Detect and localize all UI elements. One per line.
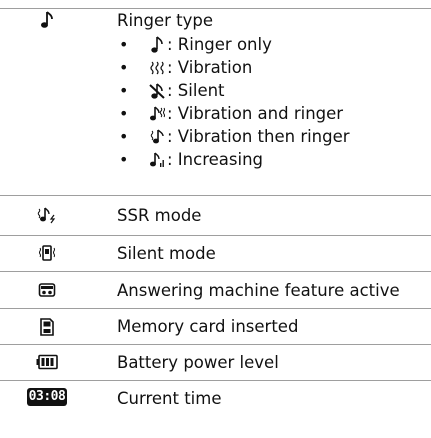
bullet: • <box>119 150 129 169</box>
clock-icon: 03:08 <box>26 388 68 406</box>
option-label: : Vibration then ringer <box>167 127 350 146</box>
row-label: Memory card inserted <box>117 317 299 336</box>
table-row: Memory card inserted <box>0 309 431 345</box>
list-item: • : Silent <box>117 81 431 104</box>
option-label: : Ringer only <box>167 35 272 54</box>
vibration-and-ringer-icon <box>150 106 165 121</box>
row-label: SSR mode <box>117 206 202 225</box>
ssr-mode-icon <box>37 207 56 224</box>
list-item: • : Vibration and ringer <box>117 104 431 127</box>
option-label: : Silent <box>167 81 225 100</box>
vibration-icon <box>150 61 164 75</box>
option-label: : Increasing <box>167 150 263 169</box>
memory-card-icon <box>40 318 54 336</box>
bullet: • <box>119 58 129 77</box>
row-label: Current time <box>117 389 222 408</box>
muted-note-icon <box>149 83 165 99</box>
row-label: Silent mode <box>117 244 216 263</box>
silent-mode-icon <box>39 245 55 261</box>
table-row: Silent mode <box>0 236 431 272</box>
row-label: Answering machine feature active <box>117 281 400 300</box>
battery-icon <box>36 354 58 370</box>
list-item: • : Increasing <box>117 150 431 173</box>
list-item: • : Vibration then ringer <box>117 127 431 150</box>
option-label: : Vibration <box>167 58 253 77</box>
table-row: 03:08 Current time <box>0 381 431 417</box>
bullet: • <box>119 104 129 123</box>
list-item: • : Ringer only <box>117 35 431 58</box>
ringer-type-icon-cell <box>0 11 94 29</box>
answering-machine-icon <box>38 283 56 297</box>
ringer-type-options: • : Ringer only • : Vibration •: Silent… <box>117 35 431 173</box>
table-row: Answering machine feature active <box>0 272 431 309</box>
status-icons-table: Ringer type • : Ringer only •: Vibratio… <box>0 0 431 409</box>
bullet: • <box>119 127 129 146</box>
time-digits: 03:08 <box>28 389 66 404</box>
bullet: • <box>119 81 129 100</box>
increasing-ringer-icon <box>150 152 164 167</box>
list-item: • : Vibration <box>117 58 431 81</box>
row-label: Ringer type <box>117 11 214 30</box>
bullet: • <box>119 35 129 54</box>
vibration-then-ringer-icon <box>150 129 164 144</box>
table-row: SSR mode <box>0 196 431 236</box>
music-note-icon <box>41 11 53 28</box>
row-label: Battery power level <box>117 353 279 372</box>
table-row: Battery power level <box>0 345 431 381</box>
music-note-icon <box>151 36 163 53</box>
table-row: Ringer type • : Ringer only •: Vibratio… <box>0 8 431 196</box>
option-label: : Vibration and ringer <box>167 104 344 123</box>
